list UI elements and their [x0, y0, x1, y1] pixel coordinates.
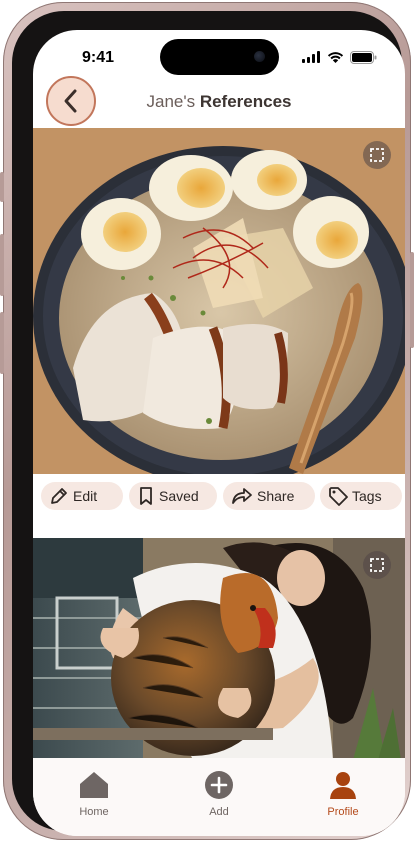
pencil-icon	[51, 488, 67, 504]
plus-circle-icon	[205, 771, 233, 799]
action-button	[0, 172, 4, 202]
edit-label: Edit	[73, 488, 98, 504]
expand-icon	[370, 148, 384, 162]
ramen-image	[33, 128, 405, 474]
page-title: Jane's References	[33, 92, 405, 112]
dynamic-island	[160, 39, 279, 75]
home-icon	[80, 772, 108, 798]
nav-home-label: Home	[79, 806, 109, 818]
nav-home[interactable]: Home	[59, 770, 129, 818]
tag-icon	[329, 487, 348, 506]
front-camera-icon	[254, 51, 265, 62]
power-button	[410, 252, 414, 348]
phone-bezel: 9:41 Jane's References Edit Saved Share …	[12, 11, 405, 836]
tags-button[interactable]: Tags	[320, 482, 402, 510]
saved-button[interactable]: Saved	[129, 482, 217, 510]
reference-photo-chicken[interactable]	[33, 538, 405, 760]
saved-label: Saved	[159, 488, 199, 504]
phone-frame: 9:41 Jane's References Edit Saved Share …	[0, 2, 414, 840]
reference-photo-ramen[interactable]	[33, 128, 405, 474]
battery-icon	[350, 50, 377, 64]
wifi-icon	[327, 52, 344, 63]
share-button[interactable]: Share	[223, 482, 315, 510]
volume-up-button	[0, 234, 4, 296]
page-title-owner: Jane's	[146, 92, 196, 111]
edit-button[interactable]: Edit	[41, 482, 123, 510]
status-icons	[302, 50, 377, 64]
page-title-main: References	[199, 92, 292, 111]
cellular-signal-icon	[302, 51, 320, 63]
expand-photo-button-2[interactable]	[363, 551, 391, 579]
photo-action-bar: Edit Saved Share Tags	[33, 480, 405, 512]
expand-icon	[370, 558, 384, 572]
nav-profile-label: Profile	[327, 806, 359, 818]
nav-add[interactable]: Add	[184, 770, 254, 818]
volume-down-button	[0, 312, 4, 374]
share-arrow-icon	[232, 488, 252, 504]
expand-photo-button[interactable]	[363, 141, 391, 169]
bookmark-icon	[140, 487, 152, 505]
status-time: 9:41	[82, 49, 115, 66]
bottom-navigation: Home Add Profile	[33, 758, 405, 836]
nav-add-label: Add	[209, 806, 229, 818]
phone-screen: 9:41 Jane's References Edit Saved Share …	[33, 30, 405, 836]
chicken-image	[33, 538, 405, 760]
tags-label: Tags	[352, 488, 382, 504]
nav-profile[interactable]: Profile	[308, 770, 378, 818]
person-icon	[330, 772, 356, 799]
share-label: Share	[257, 488, 295, 504]
